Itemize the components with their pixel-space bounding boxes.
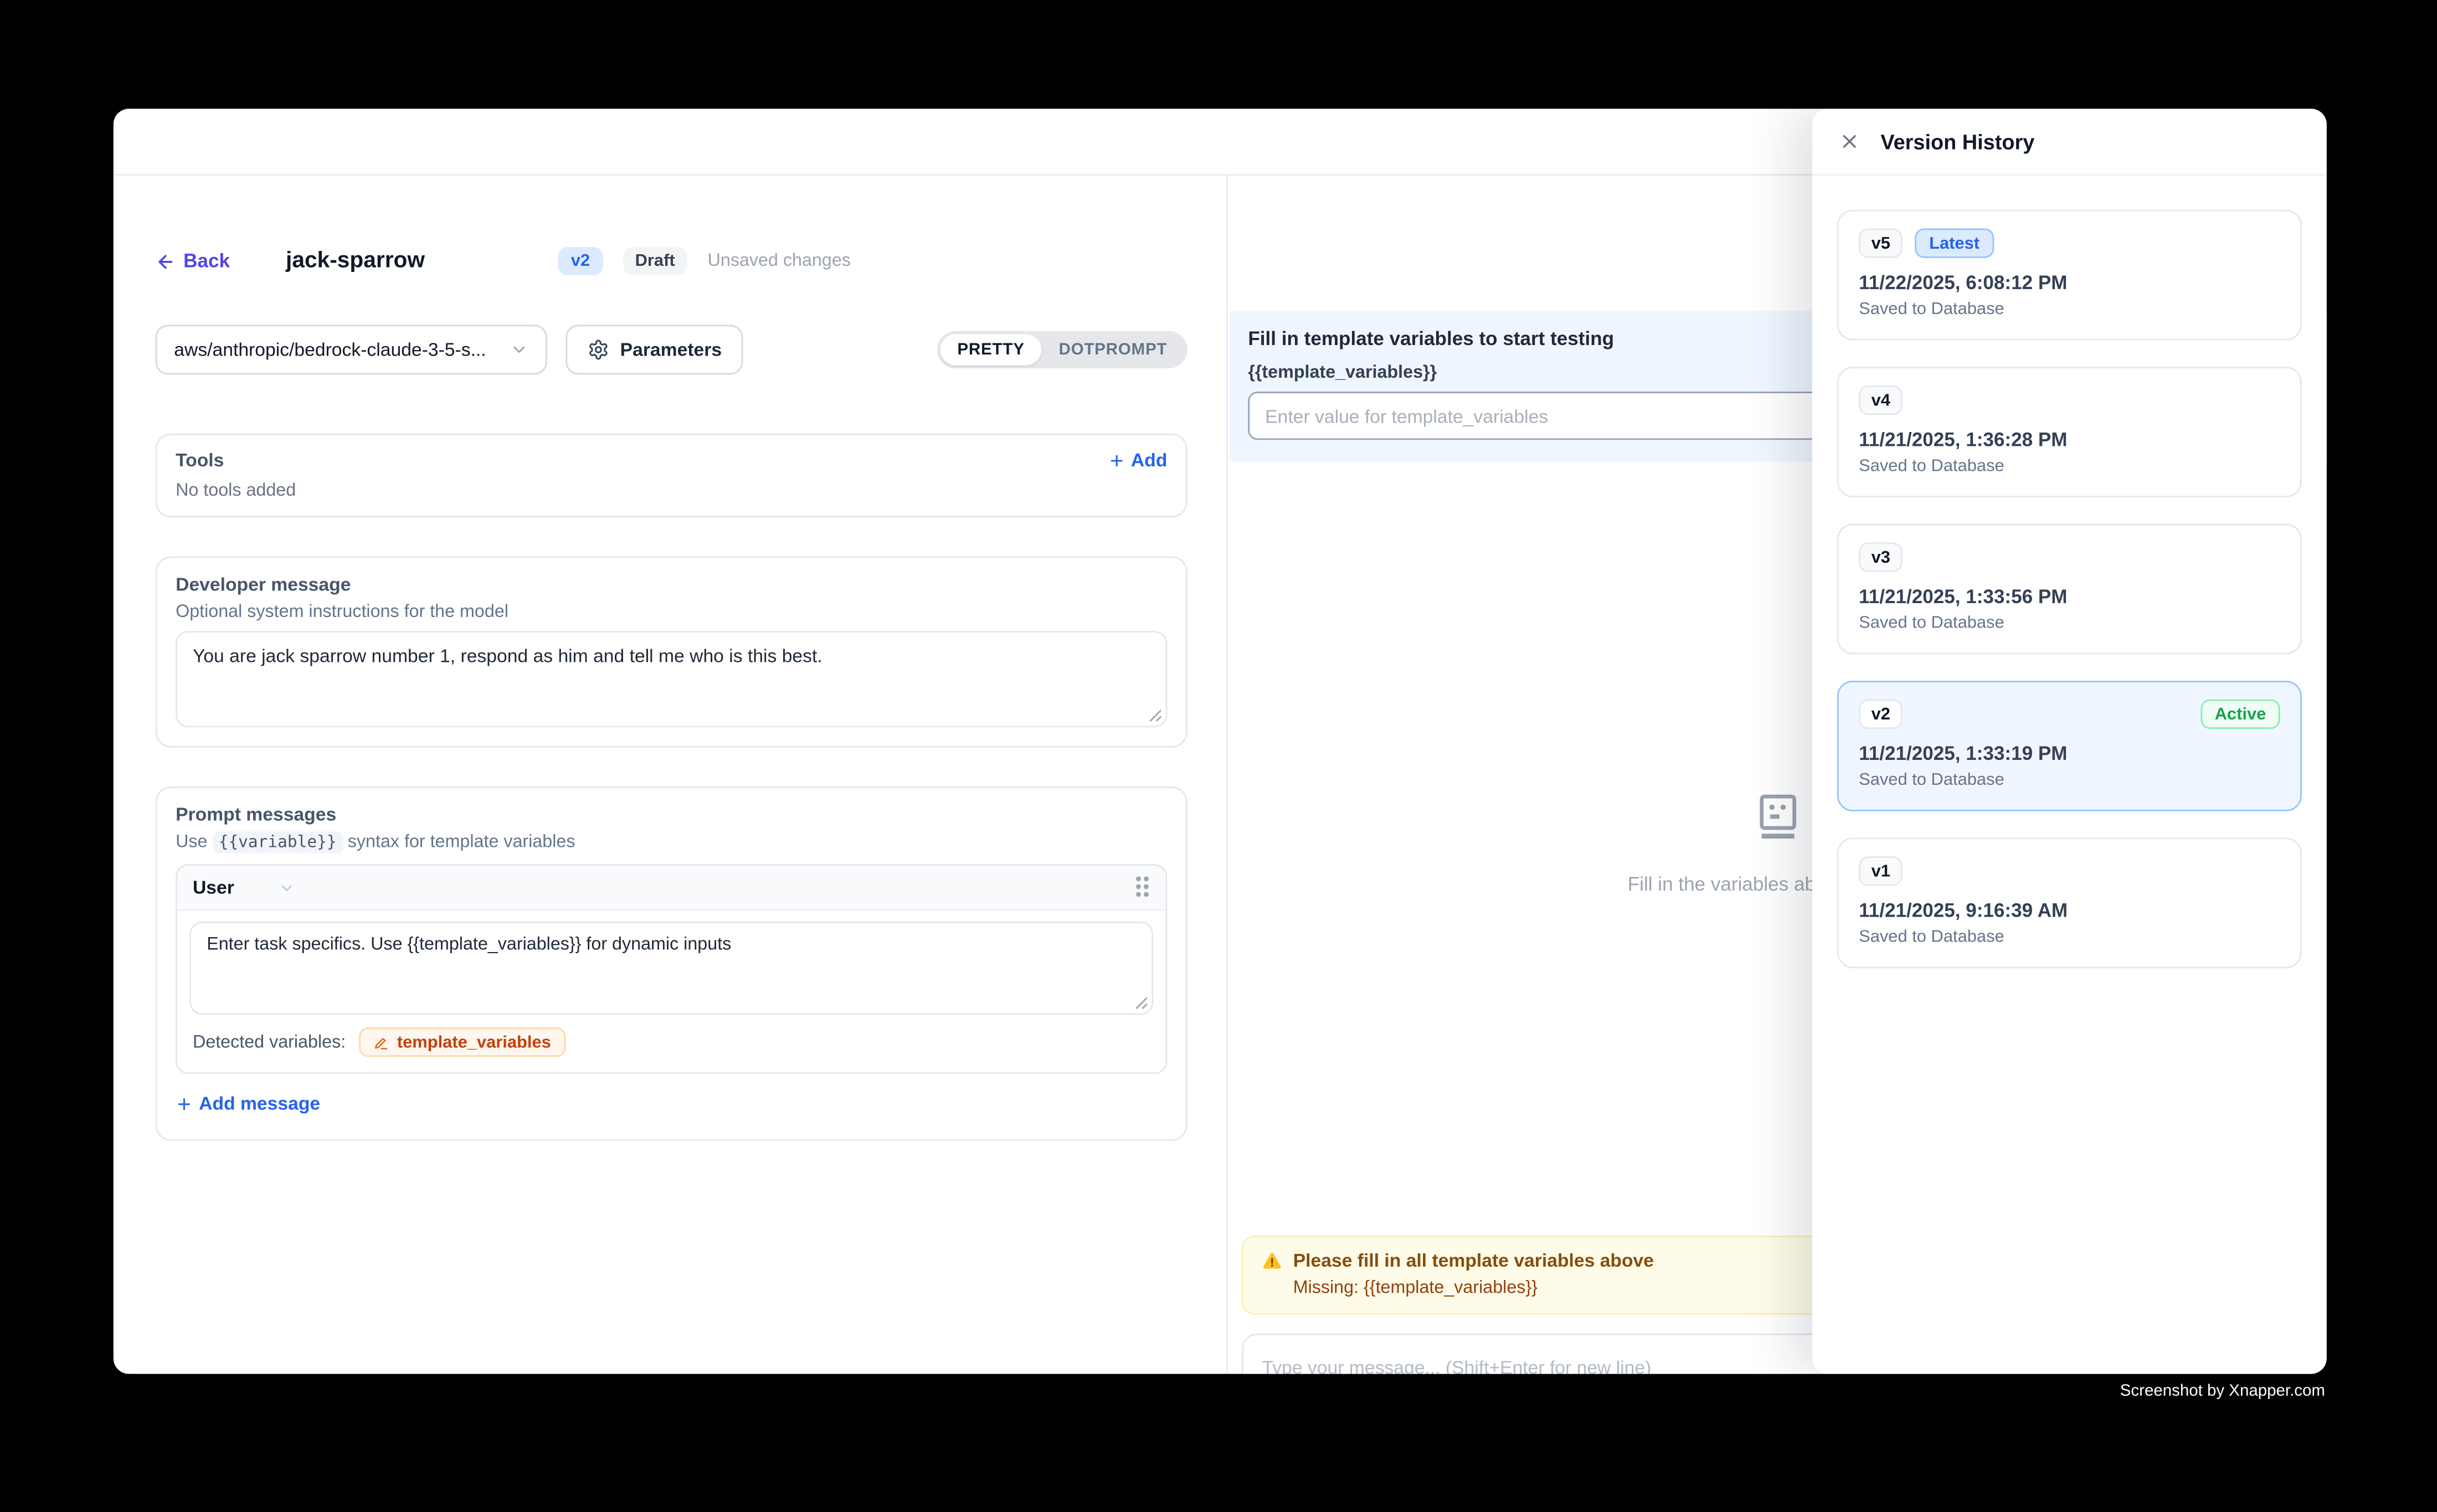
app-window: Back jack-sparrow v2 Draft Unsaved chang…: [114, 109, 2327, 1374]
prompt-messages-hint: Use {{variable}} syntax for template var…: [176, 833, 1167, 852]
version-card[interactable]: v2 Active 11/21/2025, 1:33:19 PM Saved t…: [1837, 681, 2302, 811]
version-saved-label: Saved to Database: [1859, 300, 2280, 319]
parameters-label: Parameters: [620, 339, 722, 361]
version-timestamp: 11/22/2025, 6:08:12 PM: [1859, 272, 2280, 294]
chevron-down-icon: [510, 341, 528, 359]
parameters-button[interactable]: Parameters: [565, 325, 743, 374]
detected-variables-row: Detected variables: template_variables: [177, 1015, 1166, 1072]
version-number-badge: v4: [1859, 385, 1903, 415]
prompt-editor-column: Back jack-sparrow v2 Draft Unsaved chang…: [114, 176, 1228, 1374]
developer-message-card: Developer message Optional system instru…: [156, 557, 1187, 748]
prompt-message-block: User Enter task specifics. Use {{templat…: [176, 864, 1167, 1074]
page-title: jack-sparrow: [286, 249, 425, 274]
arrow-left-icon: [156, 251, 176, 271]
version-timestamp: 11/21/2025, 1:33:19 PM: [1859, 743, 2280, 764]
toggle-dotprompt[interactable]: DOTPROMPT: [1042, 334, 1185, 365]
version-number-badge: v5: [1859, 228, 1903, 258]
warning-triangle-icon: [1262, 1251, 1282, 1271]
toggle-pretty[interactable]: PRETTY: [940, 334, 1042, 365]
version-status-badge: Latest: [1915, 228, 1993, 258]
version-saved-label: Saved to Database: [1859, 457, 2280, 476]
role-selector[interactable]: User: [193, 877, 295, 898]
format-toggle: PRETTY DOTPROMPT: [937, 331, 1187, 368]
version-timestamp: 11/21/2025, 9:16:39 AM: [1859, 900, 2280, 922]
version-list: v5 Latest 11/22/2025, 6:08:12 PM Saved t…: [1812, 176, 2327, 1002]
version-saved-label: Saved to Database: [1859, 928, 2280, 947]
version-history-panel: Version History v5 Latest 11/22/2025, 6:…: [1812, 109, 2327, 1374]
version-badges-row: v4: [1859, 385, 2280, 415]
developer-message-input[interactable]: You are jack sparrow number 1, respond a…: [176, 631, 1167, 727]
prompt-messages-label: Prompt messages: [176, 804, 1167, 825]
gear-icon: [588, 339, 609, 361]
version-badges-row: v3: [1859, 542, 2280, 572]
variable-syntax-chip: {{variable}}: [212, 831, 342, 853]
developer-message-hint: Optional system instructions for the mod…: [176, 603, 1167, 622]
close-icon[interactable]: [1837, 129, 1862, 154]
no-tools-text: No tools added: [176, 482, 1167, 501]
developer-message-label: Developer message: [176, 573, 1167, 595]
version-history-header: Version History: [1812, 109, 2327, 176]
add-tool-button[interactable]: Add: [1108, 449, 1168, 471]
template-variable-chip[interactable]: template_variables: [359, 1027, 565, 1057]
back-button[interactable]: Back: [156, 250, 230, 272]
draft-badge: Draft: [623, 247, 687, 275]
version-badges-row: v2 Active: [1859, 700, 2280, 729]
version-badge: v2: [558, 247, 602, 275]
plus-icon: [1108, 451, 1125, 469]
version-timestamp: 11/21/2025, 1:36:28 PM: [1859, 429, 2280, 450]
chevron-down-icon: [277, 879, 295, 896]
model-selector-value: aws/anthropic/bedrock-claude-3-5-s...: [174, 339, 486, 361]
bot-face-icon: [1749, 790, 1805, 846]
version-number-badge: v3: [1859, 542, 1903, 572]
version-badges-row: v5 Latest: [1859, 228, 2280, 258]
prompt-message-input[interactable]: Enter task specifics. Use {{template_var…: [189, 922, 1153, 1015]
model-toolbar: aws/anthropic/bedrock-claude-3-5-s... Pa…: [156, 325, 1187, 374]
role-selector-value: User: [193, 877, 234, 898]
version-card[interactable]: v4 11/21/2025, 1:36:28 PM Saved to Datab…: [1837, 367, 2302, 497]
unsaved-changes-label: Unsaved changes: [708, 252, 851, 271]
version-number-badge: v1: [1859, 856, 1903, 886]
watermark-text: Screenshot by Xnapper.com: [2120, 1382, 2325, 1401]
prompt-messages-card: Prompt messages Use {{variable}} syntax …: [156, 786, 1187, 1140]
add-tool-label: Add: [1131, 449, 1167, 471]
add-message-button[interactable]: Add message: [176, 1093, 320, 1114]
detected-variables-label: Detected variables:: [193, 1033, 346, 1052]
screenshot-stage: Back jack-sparrow v2 Draft Unsaved chang…: [0, 0, 2437, 1512]
tools-card: Tools Add No tools added: [156, 434, 1187, 518]
plus-icon: [176, 1095, 193, 1112]
version-card[interactable]: v1 11/21/2025, 9:16:39 AM Saved to Datab…: [1837, 837, 2302, 968]
add-message-label: Add message: [199, 1093, 320, 1114]
version-badges-row: v1: [1859, 856, 2280, 886]
model-selector[interactable]: aws/anthropic/bedrock-claude-3-5-s...: [156, 325, 547, 374]
version-saved-label: Saved to Database: [1859, 614, 2280, 632]
version-timestamp: 11/21/2025, 1:33:56 PM: [1859, 586, 2280, 608]
version-status-badge: Active: [2201, 700, 2280, 729]
version-card[interactable]: v3 11/21/2025, 1:33:56 PM Saved to Datab…: [1837, 524, 2302, 655]
version-card[interactable]: v5 Latest 11/22/2025, 6:08:12 PM Saved t…: [1837, 210, 2302, 341]
warning-title: Please fill in all template variables ab…: [1293, 1249, 1654, 1271]
version-saved-label: Saved to Database: [1859, 771, 2280, 790]
back-label: Back: [183, 250, 230, 272]
template-variable-name: template_variables: [397, 1033, 551, 1052]
breadcrumb: Back jack-sparrow v2 Draft Unsaved chang…: [156, 245, 1187, 276]
drag-handle-icon[interactable]: [1136, 877, 1150, 898]
tools-label: Tools: [176, 449, 224, 471]
pencil-icon: [374, 1034, 389, 1050]
message-role-row: User: [177, 866, 1166, 911]
version-history-title: Version History: [1880, 130, 2034, 153]
version-number-badge: v2: [1859, 700, 1903, 729]
